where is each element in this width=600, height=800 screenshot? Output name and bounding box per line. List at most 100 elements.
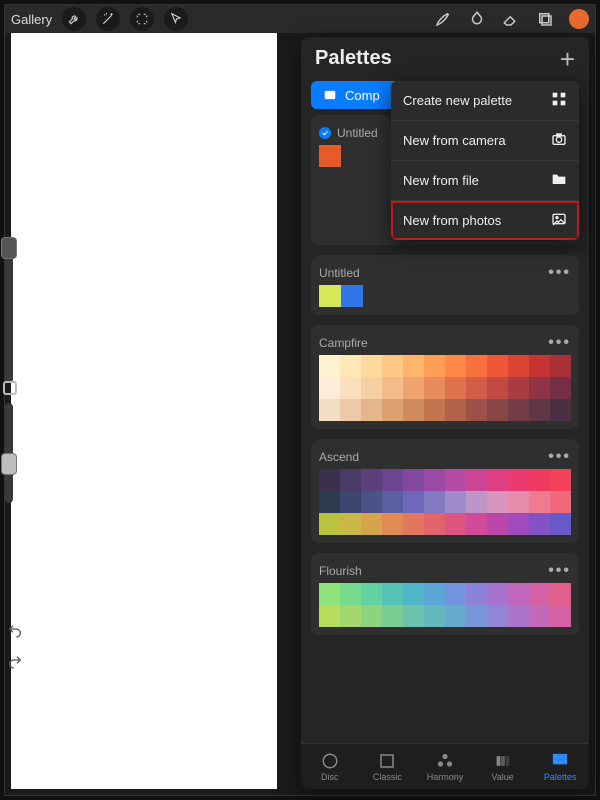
color-swatch[interactable] xyxy=(424,399,445,421)
color-swatch[interactable] xyxy=(550,583,571,605)
undo-icon[interactable] xyxy=(7,623,23,644)
color-swatch[interactable] xyxy=(361,491,382,513)
color-swatch[interactable] xyxy=(466,491,487,513)
color-swatch[interactable] xyxy=(445,399,466,421)
brush-opacity-slider[interactable] xyxy=(5,403,13,503)
color-swatch[interactable] xyxy=(550,605,571,627)
color-swatch[interactable] xyxy=(445,491,466,513)
tab-harmony[interactable]: Harmony xyxy=(416,752,474,782)
color-swatch[interactable] xyxy=(550,491,571,513)
color-swatch[interactable] xyxy=(529,583,550,605)
color-swatch[interactable] xyxy=(319,377,340,399)
color-swatch[interactable] xyxy=(340,469,361,491)
color-swatch[interactable] xyxy=(424,355,445,377)
tab-classic[interactable]: Classic xyxy=(359,752,417,782)
color-swatch[interactable] xyxy=(361,469,382,491)
menu-item-camera[interactable]: New from camera xyxy=(391,120,579,160)
color-swatch[interactable] xyxy=(424,513,445,535)
magic-wand-icon[interactable] xyxy=(96,7,120,31)
color-swatch[interactable] xyxy=(382,469,403,491)
color-swatch[interactable] xyxy=(529,377,550,399)
palette-card[interactable]: Campfire••• xyxy=(311,325,579,429)
menu-item-photo[interactable]: New from photos xyxy=(391,200,579,240)
color-swatch[interactable] xyxy=(487,583,508,605)
color-swatch[interactable] xyxy=(529,399,550,421)
color-swatch[interactable] xyxy=(466,605,487,627)
color-swatch[interactable] xyxy=(487,491,508,513)
color-swatch[interactable] xyxy=(319,355,340,377)
color-swatch[interactable] xyxy=(424,605,445,627)
tab-palettes[interactable]: Palettes xyxy=(531,752,589,782)
color-swatch[interactable] xyxy=(529,491,550,513)
color-swatch[interactable] xyxy=(487,469,508,491)
color-swatch[interactable] xyxy=(319,285,341,307)
color-swatch[interactable] xyxy=(382,605,403,627)
tab-value[interactable]: Value xyxy=(474,752,532,782)
color-swatch[interactable] xyxy=(550,355,571,377)
color-swatch[interactable] xyxy=(487,399,508,421)
color-swatch[interactable] xyxy=(445,605,466,627)
eraser-icon[interactable] xyxy=(501,9,521,29)
color-swatch[interactable] xyxy=(340,399,361,421)
color-swatch[interactable] xyxy=(361,583,382,605)
color-swatch[interactable] xyxy=(529,469,550,491)
color-swatch[interactable] xyxy=(403,377,424,399)
smudge-icon[interactable] xyxy=(467,9,487,29)
gallery-link[interactable]: Gallery xyxy=(11,12,52,27)
palette-more-button[interactable]: ••• xyxy=(548,334,571,352)
color-swatch[interactable] xyxy=(529,513,550,535)
color-swatch[interactable] xyxy=(361,355,382,377)
palette-card[interactable]: Ascend••• xyxy=(311,439,579,543)
color-swatch[interactable] xyxy=(466,513,487,535)
palette-more-button[interactable]: ••• xyxy=(548,562,571,580)
color-swatch[interactable] xyxy=(340,583,361,605)
add-palette-button[interactable]: + xyxy=(560,49,575,69)
brush-size-thumb[interactable] xyxy=(1,237,17,259)
color-swatch[interactable] xyxy=(508,399,529,421)
color-swatch[interactable] xyxy=(382,399,403,421)
color-swatch[interactable] xyxy=(550,469,571,491)
color-swatch[interactable] xyxy=(508,605,529,627)
color-swatch[interactable] xyxy=(508,377,529,399)
brush-opacity-thumb[interactable] xyxy=(1,453,17,475)
color-swatch[interactable] xyxy=(508,583,529,605)
color-swatch[interactable] xyxy=(319,583,340,605)
color-swatch[interactable] xyxy=(508,355,529,377)
color-swatch[interactable] xyxy=(319,469,340,491)
brush-size-slider[interactable] xyxy=(5,243,13,383)
color-swatch[interactable] xyxy=(403,583,424,605)
color-swatch[interactable] xyxy=(487,513,508,535)
color-swatch[interactable] xyxy=(466,377,487,399)
color-swatch[interactable] xyxy=(341,285,363,307)
color-swatch[interactable] xyxy=(424,491,445,513)
color-swatch[interactable] xyxy=(424,377,445,399)
color-swatch[interactable] xyxy=(361,605,382,627)
palette-more-button[interactable]: ••• xyxy=(548,264,571,282)
palette-more-button[interactable]: ••• xyxy=(548,448,571,466)
color-swatch[interactable] xyxy=(550,399,571,421)
color-swatch[interactable] xyxy=(361,377,382,399)
tab-disc[interactable]: Disc xyxy=(301,752,359,782)
color-swatch[interactable] xyxy=(403,355,424,377)
color-swatch[interactable] xyxy=(340,355,361,377)
color-swatch[interactable] xyxy=(340,605,361,627)
color-swatch[interactable] xyxy=(340,513,361,535)
color-swatch[interactable] xyxy=(487,355,508,377)
color-swatch[interactable] xyxy=(361,399,382,421)
cursor-icon[interactable] xyxy=(164,7,188,31)
color-swatch[interactable] xyxy=(403,605,424,627)
color-swatch[interactable] xyxy=(508,491,529,513)
modifier-button[interactable] xyxy=(3,381,17,395)
color-swatch[interactable] xyxy=(319,145,341,167)
color-swatch[interactable] xyxy=(382,355,403,377)
color-swatch[interactable] xyxy=(550,377,571,399)
brush-icon[interactable] xyxy=(433,9,453,29)
color-swatch[interactable] xyxy=(382,513,403,535)
color-swatch[interactable] xyxy=(424,583,445,605)
color-swatch[interactable] xyxy=(319,399,340,421)
color-swatch[interactable] xyxy=(424,469,445,491)
color-swatch[interactable] xyxy=(403,469,424,491)
selection-icon[interactable] xyxy=(130,7,154,31)
canvas[interactable] xyxy=(11,33,277,789)
color-swatch[interactable] xyxy=(319,513,340,535)
